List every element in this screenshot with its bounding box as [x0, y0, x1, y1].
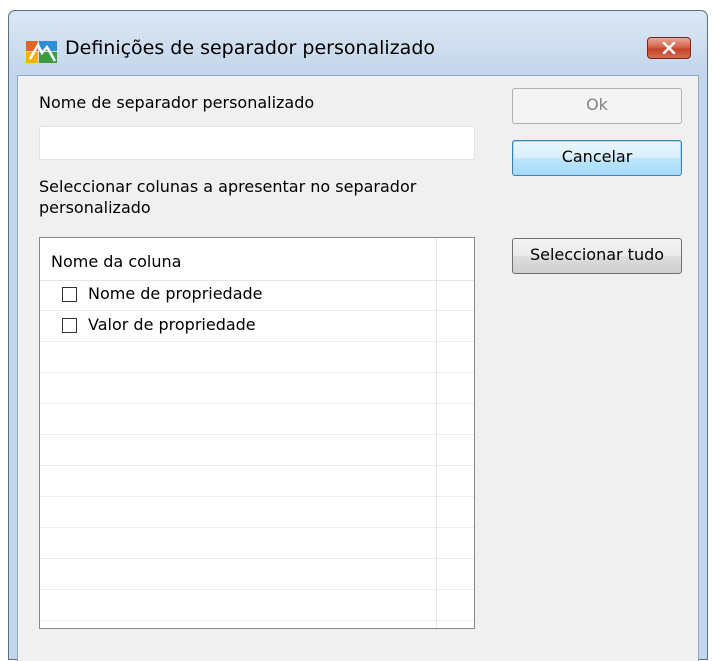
list-item-label: Valor de propriedade: [88, 315, 256, 334]
list-header: Nome da coluna: [40, 238, 474, 281]
select-columns-label-line1: Seleccionar colunas a apresentar no sepa…: [39, 177, 417, 196]
column-header-label: Nome da coluna: [51, 252, 182, 271]
dialog-content: Nome de separador personalizado Seleccio…: [17, 75, 699, 661]
empty-row: [40, 373, 474, 404]
ok-button[interactable]: Ok: [512, 88, 682, 124]
list-item-checkbox[interactable]: [62, 287, 77, 302]
list-item-label: Nome de propriedade: [88, 284, 263, 303]
custom-tab-name-input[interactable]: [39, 126, 475, 160]
select-all-button[interactable]: Seleccionar tudo: [512, 238, 682, 274]
close-icon: [662, 42, 676, 54]
select-columns-label-line2: personalizado: [39, 198, 151, 217]
empty-row: [40, 497, 474, 528]
avg-logo-icon: [25, 39, 59, 65]
column-divider: [436, 280, 437, 628]
dialog-window: Definições de separador personalizado No…: [8, 10, 708, 661]
empty-row: [40, 404, 474, 435]
empty-row: [40, 528, 474, 559]
list-item[interactable]: Valor de propriedade: [40, 311, 474, 342]
empty-row: [40, 342, 474, 373]
custom-tab-name-label: Nome de separador personalizado: [39, 93, 315, 112]
empty-row: [40, 590, 474, 621]
columns-list[interactable]: Nome da coluna Nome de propriedade Valor…: [39, 237, 475, 629]
list-item-checkbox[interactable]: [62, 318, 77, 333]
empty-row: [40, 466, 474, 497]
window-title: Definições de separador personalizado: [65, 37, 436, 59]
empty-row: [40, 559, 474, 590]
close-button[interactable]: [647, 37, 691, 59]
title-bar[interactable]: Definições de separador personalizado: [9, 11, 707, 75]
column-header-name[interactable]: Nome da coluna: [40, 238, 437, 280]
cancel-button[interactable]: Cancelar: [512, 140, 682, 176]
empty-row: [40, 435, 474, 466]
list-item[interactable]: Nome de propriedade: [40, 280, 474, 311]
